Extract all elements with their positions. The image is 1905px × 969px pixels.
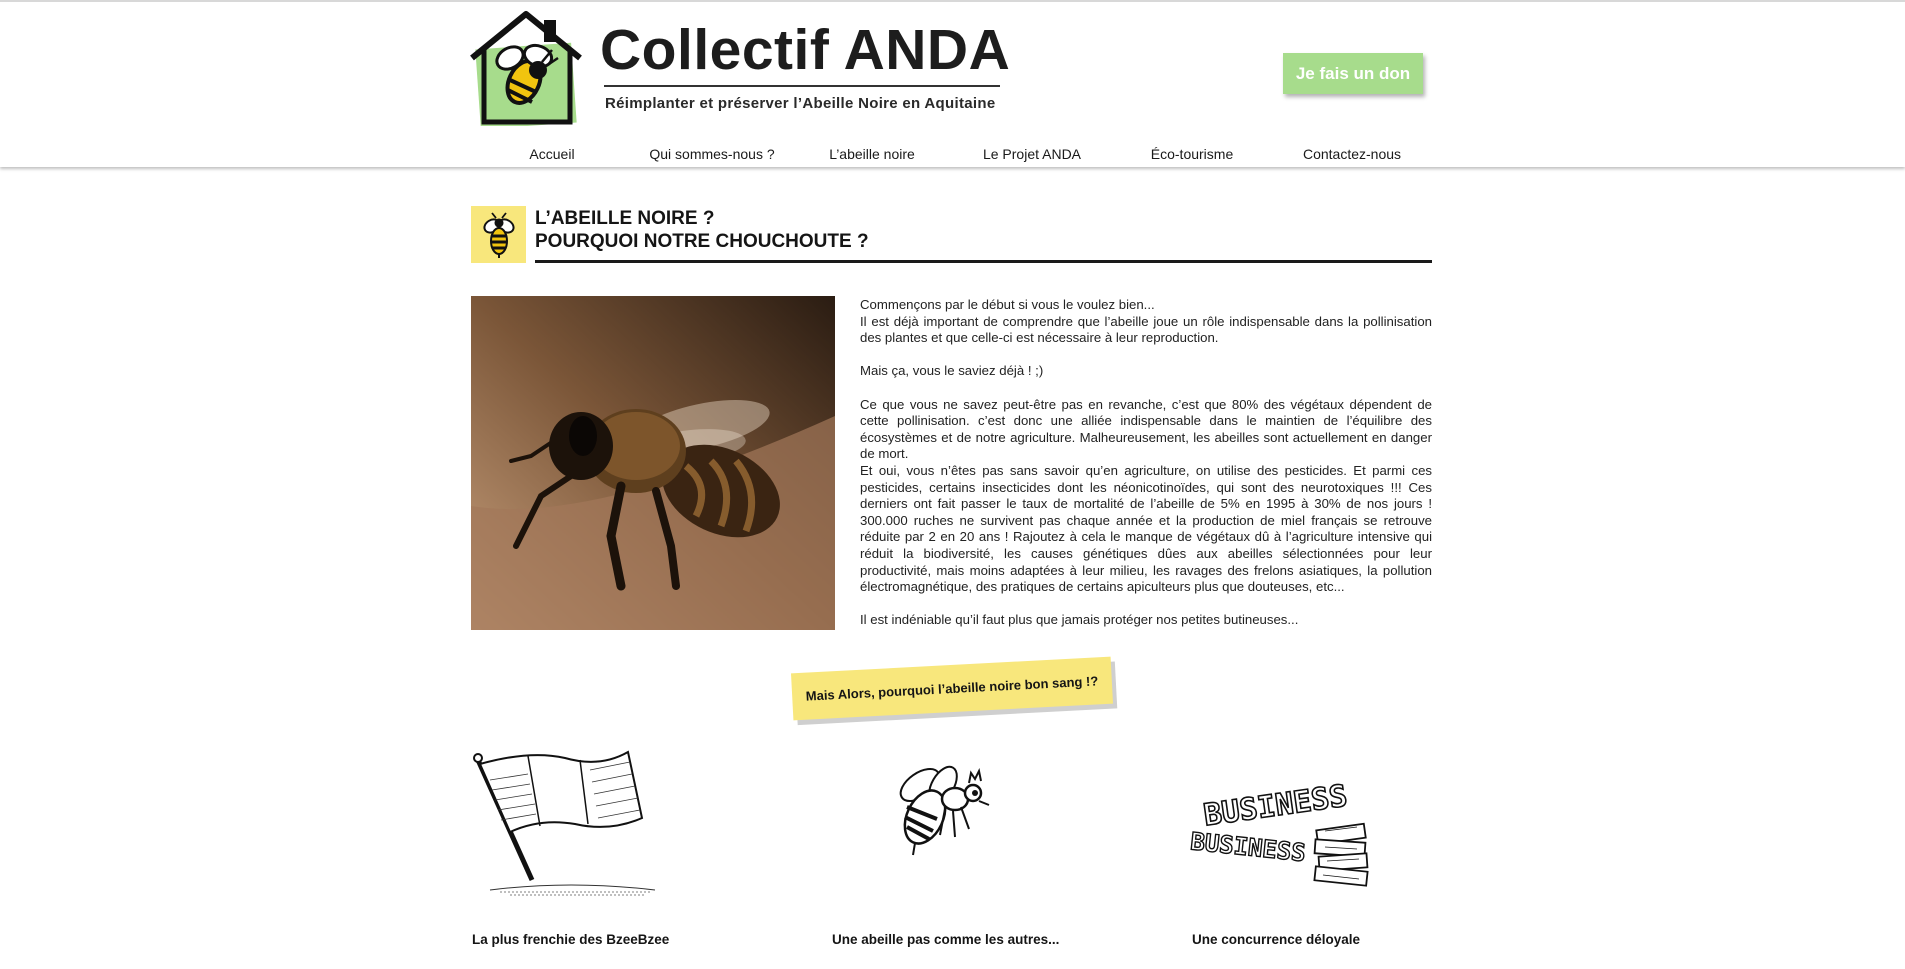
paragraph: Il est indéniable qu’il faut plus que ja…: [860, 612, 1299, 628]
nav-item-eco-tourisme[interactable]: Éco-tourisme: [1112, 146, 1272, 166]
paragraph: Commençons par le début si vous le voule…: [860, 297, 1155, 312]
paragraph: Il est déjà important de comprendre que …: [860, 313, 1432, 346]
bee-photo-illustration: [471, 296, 835, 630]
nav-item-accueil[interactable]: Accueil: [472, 146, 632, 166]
section-divider: [535, 260, 1432, 263]
title-underline: [604, 85, 1000, 87]
paragraph: Mais ça, vous le saviez déjà ! ;): [860, 363, 1044, 379]
section-title-line2: POURQUOI NOTRE CHOUCHOUTE ?: [535, 231, 869, 252]
bee-icon: [482, 211, 515, 258]
nav-item-qui-sommes-nous[interactable]: Qui sommes-nous ?: [632, 146, 792, 166]
business-money-illustration: BUSINESS BUSINESS: [1188, 778, 1369, 887]
nav-item-contact[interactable]: Contactez-nous: [1272, 146, 1432, 166]
collectif-anda-logo[interactable]: [470, 10, 586, 126]
question-banner: Mais Alors, pourquoi l’abeille noire bon…: [790, 656, 1114, 721]
article-text: Commençons par le début si vous le voule…: [860, 297, 1432, 629]
bee-badge: [471, 206, 526, 263]
site-tagline: Réimplanter et préserver l’Abeille Noire…: [605, 95, 996, 112]
nav-item-abeille-noire[interactable]: L’abeille noire: [792, 146, 952, 166]
feature-label-frenchie: La plus frenchie des BzeeBzee: [472, 932, 670, 947]
section-title-line1: L’ABEILLE NOIRE ?: [535, 208, 715, 229]
donate-button[interactable]: Je fais un don: [1283, 53, 1423, 94]
french-flag-illustration: [473, 750, 656, 896]
paragraph: Et oui, vous n’êtes pas sans savoir qu’e…: [860, 462, 1432, 595]
paragraph: Ce que vous ne savez peut-être pas en re…: [860, 396, 1432, 462]
site-header: Collectif ANDA Réimplanter et préserver …: [0, 0, 1905, 167]
section-title: L’ABEILLE NOIRE ? POURQUOI NOTRE CHOUCHO…: [535, 207, 869, 253]
feature-label-concurrence: Une concurrence déloyale: [1192, 932, 1361, 947]
business-text-bottom: BUSINESS: [1189, 827, 1307, 867]
site-title[interactable]: Collectif ANDA: [600, 14, 1010, 86]
nav-item-projet-anda[interactable]: Le Projet ANDA: [952, 146, 1112, 166]
business-text-top: BUSINESS: [1202, 779, 1350, 834]
main-nav: Accueil Qui sommes-nous ? L’abeille noir…: [472, 146, 1432, 166]
feature-label-abeille: Une abeille pas comme les autres...: [832, 932, 1060, 947]
crowned-bee-illustration: [899, 765, 990, 856]
bee-photo: [471, 296, 835, 630]
